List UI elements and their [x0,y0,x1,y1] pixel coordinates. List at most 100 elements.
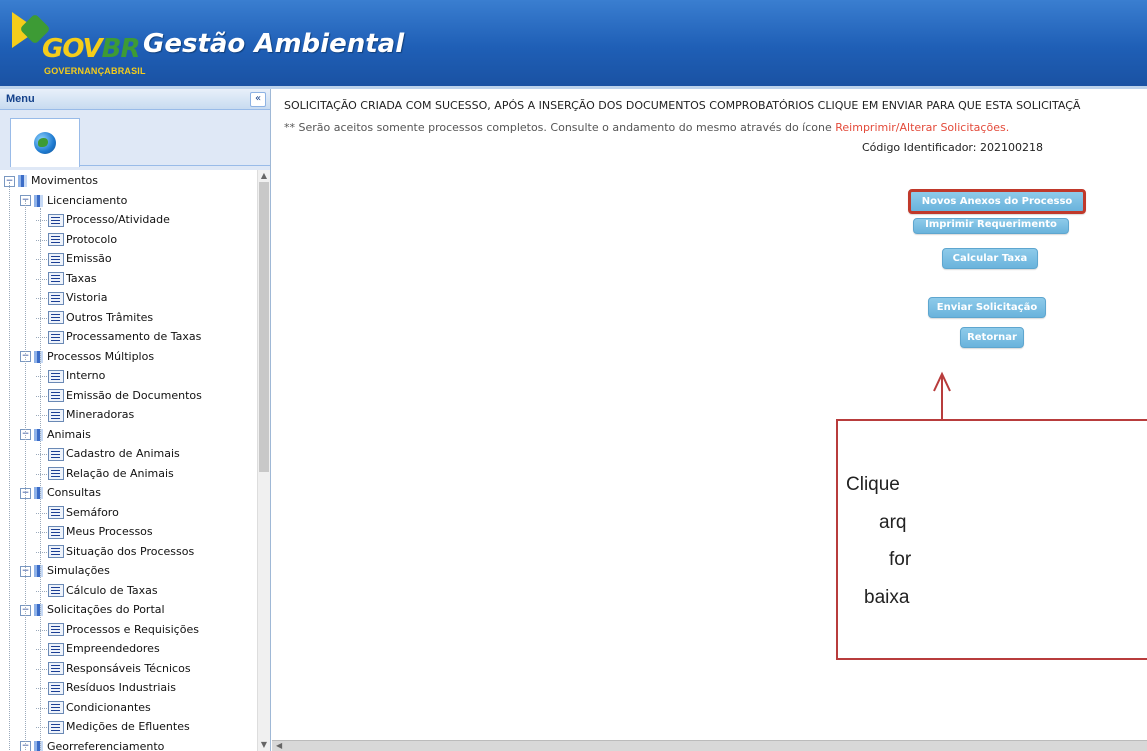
tree-connector [36,317,47,319]
tree-folder[interactable]: − Consultas [20,484,101,502]
tree-item[interactable]: Resíduos Industriais [48,679,176,697]
tree-item[interactable]: Responsáveis Técnicos [48,660,191,678]
tree-connector [36,512,47,514]
list-item-icon [48,525,64,539]
tree-folder[interactable]: − Georreferenciamento [20,738,164,751]
list-item-icon [48,545,64,558]
folder-icon [34,565,43,577]
menu-tree: − Movimentos − Licenciamento Processo/Ativid… [0,170,258,751]
menu-header: Menu « [0,89,270,110]
folder-icon [34,428,43,441]
list-item-icon [48,467,64,480]
tree-item[interactable]: Processo/Atividade [48,211,170,229]
tree-label: Cadastro de Animais [66,447,180,460]
tree-label: Taxas [66,271,97,285]
tree-label: Condicionantes [66,700,151,714]
tree-item[interactable]: Emissão [48,250,112,268]
tree-item[interactable]: Protocolo [48,231,117,249]
collapse-sidebar-button[interactable]: « [250,92,266,107]
tree-item[interactable]: Emissão de Documentos [48,387,202,405]
list-item-icon [48,213,64,227]
list-item-icon [48,389,64,402]
tree-label: Processos Múltiplos [47,349,155,363]
tree-connector [36,259,47,260]
tree-folder[interactable]: − Simulações [20,562,110,580]
folder-icon [34,194,43,207]
tree-folder[interactable]: − Movimentos [4,172,98,190]
tree-label: Protocolo [66,232,118,246]
tree-guide [40,208,41,750]
sidebar-scrollbar[interactable]: ▲ ▼ [257,170,270,751]
tree-label: Processos e Requisições [66,622,199,636]
tree-connector [36,376,47,377]
tree-item[interactable]: Relação de Animais [48,465,174,483]
tree-label: Simulações [47,564,110,577]
list-item-icon [48,252,64,266]
tree-label: Processamento de Taxas [66,330,202,343]
callout-line-2: arq [879,512,907,533]
tree-item[interactable]: Taxas [48,270,97,288]
tree-folder[interactable]: − Solicitações do Portal [20,601,165,619]
tree-label: Solicitações do Portal [47,603,165,616]
tree-item[interactable]: Interno [48,367,105,385]
list-item-icon [48,330,64,344]
tree-label: Mineradoras [66,408,135,421]
app-title: Gestão Ambiental [143,29,405,59]
tree-item[interactable]: Semáforo [48,504,119,522]
callout-line-1: Clique [846,474,900,495]
tree-label: Relação de Animais [66,466,174,480]
tree-item[interactable]: Situação dos Processos [48,543,194,561]
folder-icon [18,175,27,187]
list-item-icon [48,408,64,422]
tree-item[interactable]: Processamento de Taxas [48,328,201,346]
tree-label: Responsáveis Técnicos [66,661,191,675]
tree-label: Empreendedores [66,642,160,655]
list-item-icon [48,311,64,324]
horizontal-scrollbar[interactable]: ◀ [272,740,1147,751]
tree-connector [36,298,47,299]
tree-connector [36,590,47,592]
tree-label: Consultas [47,486,101,499]
tab-globe[interactable] [10,118,80,167]
scroll-down-icon[interactable]: ▼ [258,739,270,751]
tree-label: Medições de Efluentes [66,720,190,733]
tree-connector [36,454,47,455]
tree-item[interactable]: Cadastro de Animais [48,445,180,463]
tree-connector [36,727,47,728]
tree-label: Emissão de Documentos [66,388,202,402]
tree-guide [9,182,10,750]
tree-item[interactable]: Medições de Efluentes [48,718,190,736]
tree-item[interactable]: Cálculo de Taxas [48,582,158,600]
scroll-left-icon[interactable]: ◀ [276,741,282,751]
scroll-up-icon[interactable]: ▲ [258,170,270,182]
tree-folder[interactable]: − Licenciamento [20,192,127,210]
globe-land [38,138,48,147]
list-item-icon [48,447,64,461]
tree-item[interactable]: Vistoria [48,289,107,307]
tree-label: Outros Trâmites [66,310,154,324]
callout-line-4: baixa [864,587,910,608]
tree-folder[interactable]: − Animais [20,426,91,444]
instruction-callout: Clique arq for baixa [836,419,1147,660]
tree-label: Resíduos Industriais [66,681,176,694]
tree-item[interactable]: Meus Processos [48,523,153,541]
list-item-icon [48,662,64,675]
tree-item[interactable]: Processos e Requisições [48,621,199,639]
tree-item[interactable]: Mineradoras [48,406,134,424]
scrollbar-thumb[interactable] [259,182,269,472]
tree-label: Emissão [66,252,112,265]
list-item-icon [48,701,64,714]
folder-icon [34,487,43,499]
tree-item[interactable]: Condicionantes [48,699,151,717]
list-item-icon [48,720,64,734]
menu-tab-strip [0,110,270,170]
tree-connector [36,278,47,280]
tree-guide [25,200,26,750]
list-item-icon [48,233,64,246]
logo-text: GOVBR [42,34,140,64]
list-item-icon [48,369,64,383]
tree-connector [36,649,47,650]
callout-line-3: for [889,549,912,570]
tree-item[interactable]: Empreendedores [48,640,160,658]
tree-item[interactable]: Outros Trâmites [48,309,153,327]
